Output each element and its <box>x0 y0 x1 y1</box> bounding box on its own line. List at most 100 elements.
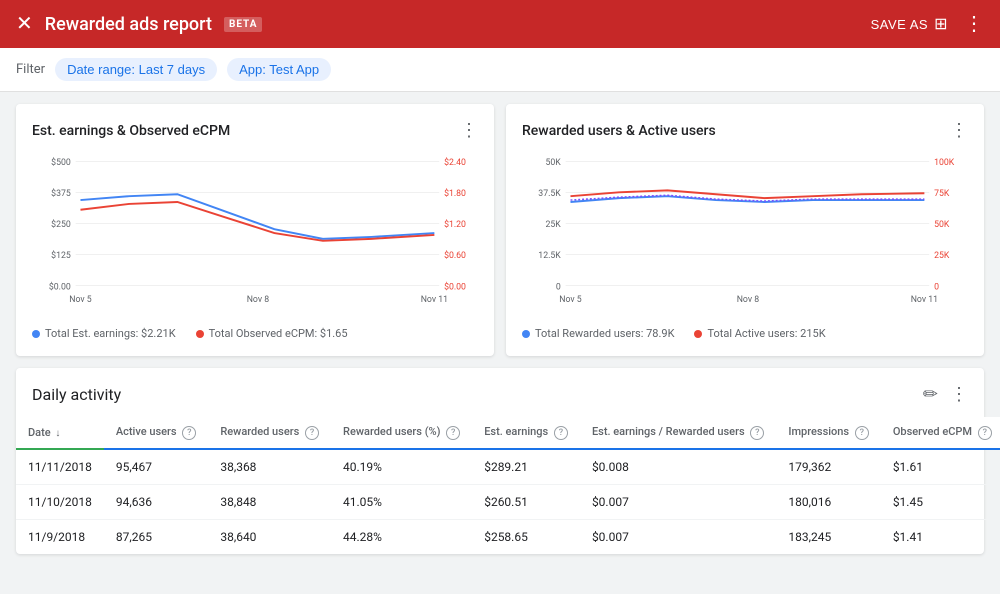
sort-icon: ↓ <box>55 428 60 439</box>
app-header: ✕ Rewarded ads report BETA SAVE AS ⊞ ⋮ <box>0 0 1000 48</box>
col-earnings-per-user: Est. earnings / Rewarded users ? <box>580 417 776 449</box>
edit-button[interactable]: ✏ <box>923 384 938 405</box>
svg-text:37.5K: 37.5K <box>538 189 561 199</box>
svg-text:$0.60: $0.60 <box>444 250 466 261</box>
svg-text:$500: $500 <box>51 157 71 168</box>
svg-text:50K: 50K <box>546 158 562 168</box>
chart2-legend-label-2: Total Active users: 215K <box>707 327 825 340</box>
active-users-info-icon[interactable]: ? <box>182 426 196 440</box>
close-button[interactable]: ✕ <box>16 14 33 34</box>
beta-badge: BETA <box>224 17 263 32</box>
table-cell: $1.41 <box>881 520 1000 555</box>
col-ecpm: Observed eCPM ? <box>881 417 1000 449</box>
svg-text:0: 0 <box>934 282 939 292</box>
col-rewarded-pct: Rewarded users (%) ? <box>331 417 472 449</box>
col-date: Date ↓ <box>16 417 104 449</box>
date-range-chip[interactable]: Date range: Last 7 days <box>55 58 217 81</box>
chart2-container: 50K 37.5K 25K 12.5K 0 100K 75K 50K 25K 0… <box>522 149 968 319</box>
table-cell: $0.007 <box>580 520 776 555</box>
chart1-more-button[interactable]: ⋮ <box>460 120 478 141</box>
table-cell: $258.65 <box>472 520 580 555</box>
svg-text:$1.80: $1.80 <box>444 188 466 199</box>
header-right: SAVE AS ⊞ ⋮ <box>871 14 984 34</box>
chart2-more-button[interactable]: ⋮ <box>950 120 968 141</box>
chart2-legend: Total Rewarded users: 78.9K Total Active… <box>522 327 968 340</box>
svg-text:Nov 8: Nov 8 <box>247 295 270 305</box>
chart1-title: Est. earnings & Observed eCPM <box>32 123 230 139</box>
table-cell: 183,245 <box>776 520 880 555</box>
table-cell: 11/9/2018 <box>16 520 104 555</box>
chart2-legend-item-1: Total Rewarded users: 78.9K <box>522 327 674 340</box>
table-cell: 95,467 <box>104 449 208 485</box>
table-cell: 94,636 <box>104 485 208 520</box>
table-cell: 41.05% <box>331 485 472 520</box>
col-impressions: Impressions ? <box>776 417 880 449</box>
daily-activity-table: Date ↓ Active users ? Rewarded users ? R… <box>16 417 1000 554</box>
col-rewarded-users: Rewarded users ? <box>208 417 331 449</box>
svg-text:$1.20: $1.20 <box>444 219 466 230</box>
table-header-row: Date ↓ Active users ? Rewarded users ? R… <box>16 417 1000 449</box>
ecpm-info-icon[interactable]: ? <box>978 426 992 440</box>
page-title: Rewarded ads report <box>45 14 212 35</box>
chart1-header: Est. earnings & Observed eCPM ⋮ <box>32 120 478 141</box>
svg-text:25K: 25K <box>934 251 950 261</box>
chart2-header: Rewarded users & Active users ⋮ <box>522 120 968 141</box>
table-cell: 44.28% <box>331 520 472 555</box>
svg-text:Nov 5: Nov 5 <box>69 295 92 305</box>
chart1-container: $500 $375 $250 $125 $0.00 $2.40 $1.80 $1… <box>32 149 478 319</box>
table-cell: $260.51 <box>472 485 580 520</box>
svg-text:75K: 75K <box>934 189 950 199</box>
chart1-legend-label-1: Total Est. earnings: $2.21K <box>45 327 176 340</box>
table-cell: $1.45 <box>881 485 1000 520</box>
table-more-button[interactable]: ⋮ <box>950 384 968 405</box>
table-cell: 38,368 <box>208 449 331 485</box>
est-earnings-info-icon[interactable]: ? <box>554 426 568 440</box>
save-as-button[interactable]: SAVE AS ⊞ <box>871 14 948 34</box>
chart1-legend-label-2: Total Observed eCPM: $1.65 <box>209 327 348 340</box>
app-chip[interactable]: App: Test App <box>227 58 331 81</box>
table-cell: $289.21 <box>472 449 580 485</box>
impressions-info-icon[interactable]: ? <box>855 426 869 440</box>
table-cell: 11/11/2018 <box>16 449 104 485</box>
table-cell: 87,265 <box>104 520 208 555</box>
chart1-orange-dot <box>196 330 204 338</box>
main-content: Est. earnings & Observed eCPM ⋮ $500 $37… <box>0 92 1000 566</box>
svg-text:$125: $125 <box>51 250 71 261</box>
table-cell: 180,016 <box>776 485 880 520</box>
table-cell: $0.007 <box>580 485 776 520</box>
table-cell: 38,640 <box>208 520 331 555</box>
col-active-users: Active users ? <box>104 417 208 449</box>
earnings-ecpm-chart-card: Est. earnings & Observed eCPM ⋮ $500 $37… <box>16 104 494 356</box>
svg-text:0: 0 <box>556 282 561 292</box>
svg-text:12.5K: 12.5K <box>538 251 561 261</box>
table-row: 11/9/201887,26538,64044.28%$258.65$0.007… <box>16 520 1000 555</box>
header-more-button[interactable]: ⋮ <box>964 14 984 34</box>
col-est-earnings: Est. earnings ? <box>472 417 580 449</box>
rewarded-pct-info-icon[interactable]: ? <box>446 426 460 440</box>
filter-bar: Filter Date range: Last 7 days App: Test… <box>0 48 1000 92</box>
chart2-orange-dot <box>694 330 702 338</box>
svg-text:Nov 8: Nov 8 <box>737 295 760 305</box>
svg-text:Nov 11: Nov 11 <box>911 295 938 305</box>
chart2-legend-item-2: Total Active users: 215K <box>694 327 825 340</box>
table-cell: 179,362 <box>776 449 880 485</box>
table-row: 11/10/201894,63638,84841.05%$260.51$0.00… <box>16 485 1000 520</box>
header-left: ✕ Rewarded ads report BETA <box>16 14 262 35</box>
charts-row: Est. earnings & Observed eCPM ⋮ $500 $37… <box>16 104 984 356</box>
svg-text:50K: 50K <box>934 220 950 230</box>
add-to-report-icon: ⊞ <box>934 14 948 34</box>
table-cell: $0.008 <box>580 449 776 485</box>
svg-text:Nov 11: Nov 11 <box>421 295 448 305</box>
table-row: 11/11/201895,46738,36840.19%$289.21$0.00… <box>16 449 1000 485</box>
table-title: Daily activity <box>32 385 121 404</box>
chart1-legend-item-1: Total Est. earnings: $2.21K <box>32 327 176 340</box>
svg-text:25K: 25K <box>546 220 562 230</box>
chart2-title: Rewarded users & Active users <box>522 123 716 139</box>
svg-text:Nov 5: Nov 5 <box>559 295 582 305</box>
earnings-per-user-info-icon[interactable]: ? <box>750 426 764 440</box>
users-chart-card: Rewarded users & Active users ⋮ 50K 37.5… <box>506 104 984 356</box>
chart1-legend: Total Est. earnings: $2.21K Total Observ… <box>32 327 478 340</box>
daily-activity-card: Daily activity ✏ ⋮ Date ↓ Active users ? <box>16 368 984 554</box>
filter-label: Filter <box>16 62 45 77</box>
rewarded-users-info-icon[interactable]: ? <box>305 426 319 440</box>
